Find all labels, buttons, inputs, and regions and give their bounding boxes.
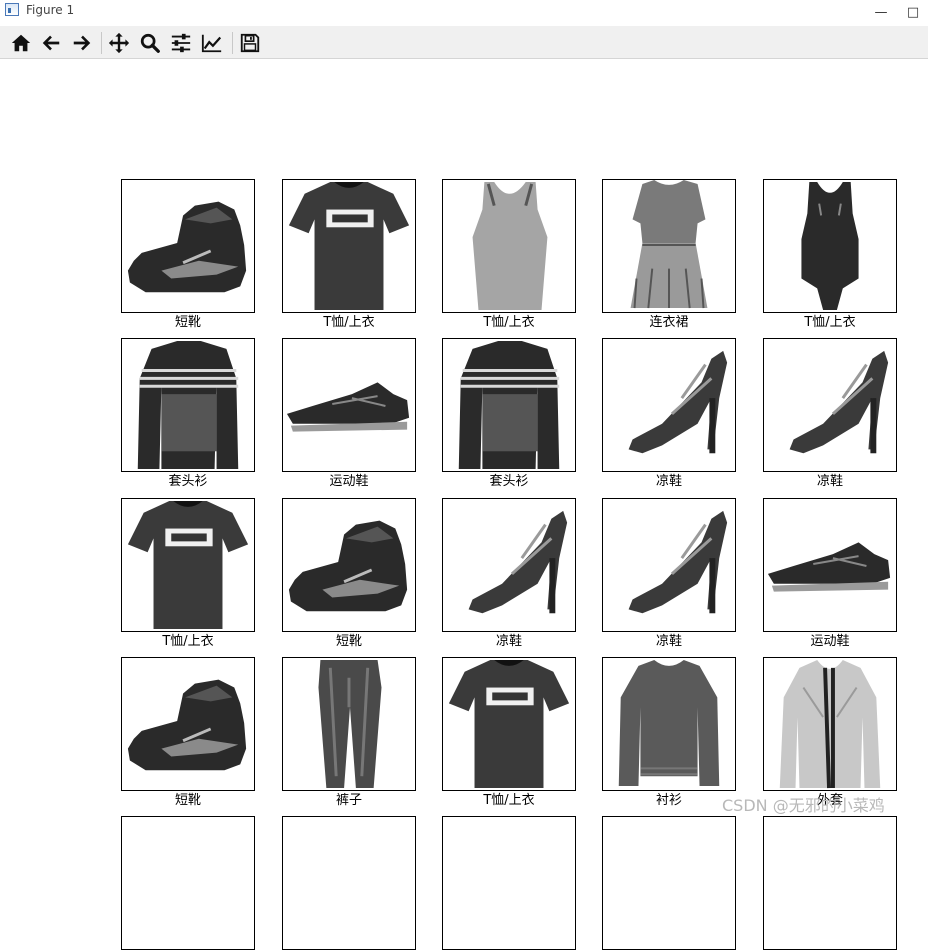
image-label: 凉鞋 [655,474,682,489]
image-label: T恤/上衣 [323,315,375,330]
dress-image [630,180,708,309]
image-panel-coat [763,657,897,791]
watermark: CSDN @无邪的小菜鸡 [722,796,885,815]
image-panel-trouser [282,657,416,791]
pan-button[interactable] [106,30,132,56]
image-label: T恤/上衣 [804,315,856,330]
sliders-icon [171,33,191,53]
image-label: 短靴 [335,634,362,649]
image-panel-partial [763,816,897,950]
image-label: 凉鞋 [655,634,682,649]
app-icon [5,3,19,16]
minimize-icon[interactable]: — [866,0,896,24]
maximize-icon[interactable]: □ [898,0,928,24]
image-panel-boot [121,657,255,791]
axes-button[interactable] [199,30,225,56]
boot-image [127,201,247,293]
boot-image [127,679,247,771]
sandal-image [789,350,889,454]
zoom-button[interactable] [137,30,163,56]
pullover-image [458,340,560,470]
sandal-image [628,510,728,614]
image-panel-sandal [602,498,736,632]
tshirt-image [448,659,570,789]
window-titlebar: Figure 1 — □ [0,0,928,24]
image-panel-pullover [442,338,576,472]
arrow-right-icon [73,35,91,51]
home-button[interactable] [8,30,34,56]
image-panel-partial [442,816,576,950]
move-icon [108,32,130,54]
image-label: 运动鞋 [810,634,850,649]
line-chart-icon [201,34,222,53]
sneaker-image [767,542,891,592]
image-panel-sandal [602,338,736,472]
image-panel-shirt [602,657,736,791]
tanktop-image [801,181,859,311]
image-panel-tank [442,179,576,313]
image-panel-tanktop [763,179,897,313]
image-label: T恤/上衣 [162,634,214,649]
window-title: Figure 1 [26,3,75,17]
image-panel-partial [602,816,736,950]
image-label: 凉鞋 [816,474,843,489]
tshirt-image [127,500,249,630]
shirt-image [618,659,720,787]
home-icon [11,34,31,52]
image-label: 套头衫 [489,474,529,489]
coat-image [779,659,881,789]
sandal-image [468,510,568,614]
save-button[interactable] [237,30,263,56]
pullover-image [137,340,239,470]
magnifier-icon [140,33,160,53]
image-panel-boot [282,498,416,632]
image-label: 短靴 [174,793,201,808]
navigation-toolbar [0,26,928,59]
sneaker-image [286,382,410,432]
image-panel-boot [121,179,255,313]
image-label: 裤子 [335,793,362,808]
toolbar-separator [232,32,233,54]
image-panel-partial [121,816,255,950]
image-label: 衬衫 [655,793,682,808]
image-label: T恤/上衣 [483,315,535,330]
arrow-left-icon [42,35,60,51]
image-panel-dress [602,179,736,313]
toolbar-separator [101,32,102,54]
image-panel-tshirt [442,657,576,791]
image-label: 连衣裙 [649,315,689,330]
image-panel-sneaker [763,498,897,632]
subplots-button[interactable] [168,30,194,56]
image-panel-pullover [121,338,255,472]
image-panel-tshirt [282,179,416,313]
image-label: 凉鞋 [495,634,522,649]
image-label: 套头衫 [168,474,208,489]
image-panel-sandal [442,498,576,632]
image-label: 运动鞋 [329,474,369,489]
sandal-image [628,350,728,454]
image-label: 短靴 [174,315,201,330]
tshirt-image [288,181,410,311]
image-panel-sneaker [282,338,416,472]
floppy-disk-icon [240,33,260,53]
image-panel-sandal [763,338,897,472]
back-button[interactable] [38,30,64,56]
image-panel-tshirt [121,498,255,632]
tank-image [472,181,548,311]
trouser-image [318,659,382,789]
boot-image [288,520,408,612]
forward-button[interactable] [69,30,95,56]
image-label: T恤/上衣 [483,793,535,808]
image-panel-partial [282,816,416,950]
